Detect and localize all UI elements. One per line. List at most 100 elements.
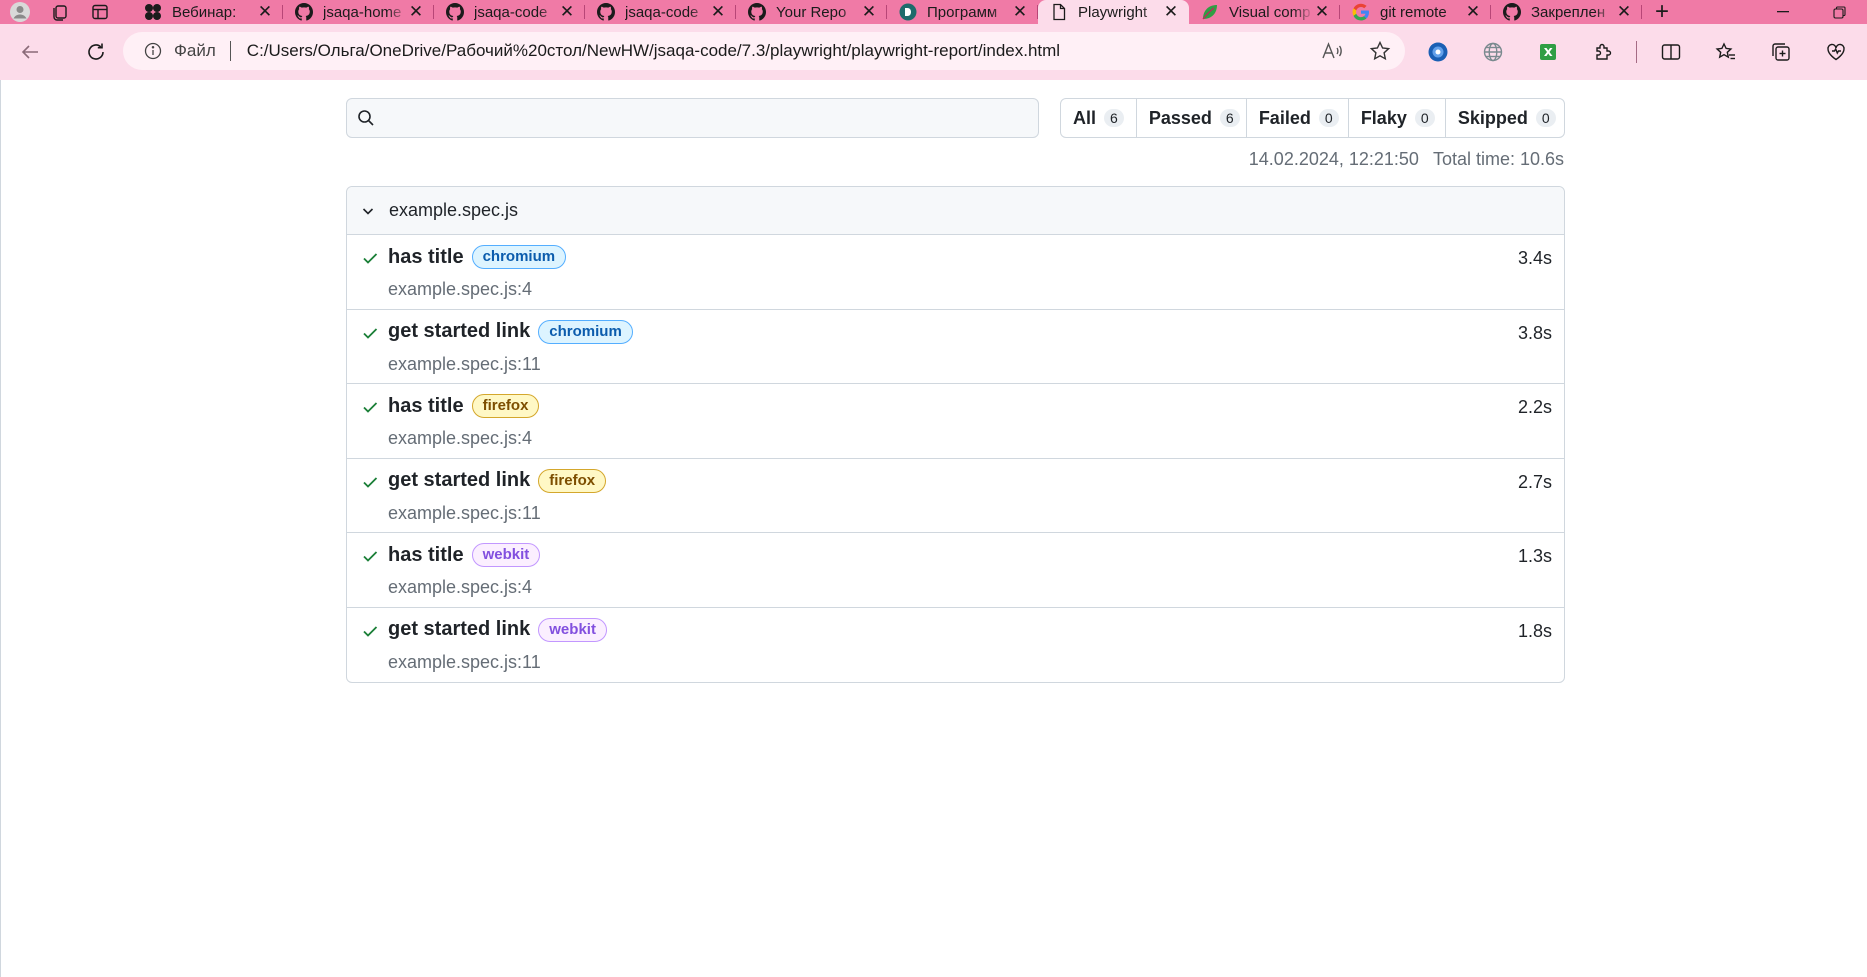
chevron-down-icon[interactable] bbox=[359, 202, 377, 220]
project-badge[interactable]: firefox bbox=[471, 394, 540, 418]
test-location: example.spec.js:11 bbox=[388, 353, 541, 374]
passed-check-icon bbox=[361, 622, 379, 640]
filter-label: All bbox=[1073, 107, 1097, 128]
browser-toolbar: Файл C:/Users/Ольга/OneDrive/Рабочий%20с… bbox=[0, 24, 1867, 80]
edge-extension-icon[interactable] bbox=[1418, 32, 1458, 72]
project-badge[interactable]: chromium bbox=[471, 245, 567, 269]
url-text[interactable]: C:/Users/Ольга/OneDrive/Рабочий%20стол/N… bbox=[247, 41, 1060, 61]
search-box[interactable] bbox=[346, 98, 1039, 138]
close-tab-icon[interactable]: ✕ bbox=[710, 2, 726, 21]
filter-count: 6 bbox=[1104, 109, 1124, 127]
test-title[interactable]: get started link bbox=[388, 618, 530, 641]
report-total-time: Total time: 10.6s bbox=[1432, 149, 1564, 169]
browser-tab[interactable]: Программ ✕ bbox=[887, 0, 1038, 24]
read-aloud-icon[interactable] bbox=[1319, 38, 1345, 64]
close-tab-icon[interactable]: ✕ bbox=[257, 2, 273, 21]
test-location: example.spec.js:11 bbox=[388, 651, 541, 672]
browser-tab[interactable]: Your Repo ✕ bbox=[736, 0, 887, 24]
favorite-star-icon[interactable] bbox=[1367, 38, 1393, 64]
browser-tab[interactable]: Playwright ✕ bbox=[1038, 0, 1189, 24]
test-row[interactable]: has title webkit example.spec.js:4 1.3s bbox=[347, 533, 1564, 608]
test-location: example.spec.js:4 bbox=[388, 279, 533, 299]
back-button[interactable] bbox=[10, 32, 50, 72]
url-scheme-label: Файл bbox=[174, 41, 216, 60]
browser-tab[interactable]: jsaqa-home ✕ bbox=[283, 0, 434, 24]
filter-all[interactable]: All 6 bbox=[1061, 99, 1137, 137]
browser-tab[interactable]: jsaqa-code ✕ bbox=[434, 0, 585, 24]
passed-check-icon bbox=[361, 324, 379, 342]
report-timestamp: 14.02.2024, 12:21:50 bbox=[1248, 149, 1419, 169]
translate-extension-icon[interactable] bbox=[1473, 32, 1513, 72]
split-screen-icon[interactable] bbox=[1651, 32, 1691, 72]
browser-tab[interactable]: jsaqa-code ✕ bbox=[585, 0, 736, 24]
refresh-button[interactable] bbox=[76, 32, 116, 72]
filter-flaky[interactable]: Flaky 0 bbox=[1349, 99, 1446, 137]
workspaces-icon[interactable] bbox=[40, 0, 80, 24]
test-location: example.spec.js:11 bbox=[388, 502, 541, 523]
extensions-puzzle-icon[interactable] bbox=[1583, 32, 1623, 72]
test-row[interactable]: has title chromium example.spec.js:4 3.4s bbox=[347, 235, 1564, 310]
project-badge[interactable]: chromium bbox=[538, 319, 633, 344]
github-icon bbox=[446, 3, 464, 21]
test-file-header[interactable]: example.spec.js bbox=[347, 187, 1564, 235]
site-info-icon[interactable] bbox=[142, 40, 164, 62]
project-badge[interactable]: webkit bbox=[538, 617, 607, 642]
close-tab-icon[interactable]: ✕ bbox=[1314, 2, 1330, 21]
filter-label: Failed bbox=[1258, 107, 1311, 128]
close-tab-icon[interactable]: ✕ bbox=[1163, 2, 1179, 21]
search-input[interactable] bbox=[381, 100, 1038, 136]
close-tab-icon[interactable]: ✕ bbox=[559, 2, 575, 21]
close-tab-icon[interactable]: ✕ bbox=[861, 2, 877, 21]
favorites-icon[interactable] bbox=[1706, 32, 1746, 72]
filter-skipped[interactable]: Skipped 0 bbox=[1446, 99, 1568, 137]
toolbar-separator bbox=[1636, 41, 1637, 63]
github-icon bbox=[748, 3, 766, 21]
test-row[interactable]: get started link webkit example.spec.js:11… bbox=[347, 608, 1564, 683]
test-title-line: get started link firefox bbox=[388, 468, 607, 493]
test-row[interactable]: get started link firefox example.spec.js:1… bbox=[347, 459, 1564, 533]
close-tab-icon[interactable]: ✕ bbox=[1012, 2, 1028, 21]
filter-failed[interactable]: Failed 0 bbox=[1247, 99, 1349, 137]
google-icon bbox=[1352, 3, 1370, 21]
browser-tab[interactable]: git remote ✕ bbox=[1340, 0, 1491, 24]
test-location: example.spec.js:4 bbox=[388, 428, 533, 448]
vertical-tabs-icon[interactable] bbox=[80, 0, 120, 24]
tab-title: jsaqa-code bbox=[625, 3, 699, 21]
github-icon bbox=[295, 3, 313, 21]
tab-title: jsaqa-code bbox=[474, 3, 548, 21]
project-badge[interactable]: webkit bbox=[471, 543, 541, 567]
github-icon bbox=[1503, 3, 1521, 21]
test-title[interactable]: has title bbox=[388, 395, 464, 418]
test-title[interactable]: has title bbox=[388, 246, 464, 269]
passed-check-icon bbox=[361, 249, 379, 267]
close-tab-icon[interactable]: ✕ bbox=[408, 2, 424, 21]
test-title-line: has title chromium bbox=[388, 245, 567, 269]
close-tab-icon[interactable]: ✕ bbox=[1465, 2, 1481, 21]
profile-avatar-icon[interactable] bbox=[0, 0, 40, 24]
project-badge[interactable]: firefox bbox=[538, 468, 607, 493]
browser-tab[interactable]: Visual comp ✕ bbox=[1189, 0, 1340, 24]
filter-passed[interactable]: Passed 6 bbox=[1137, 99, 1247, 137]
close-tab-icon[interactable]: ✕ bbox=[1616, 2, 1632, 21]
minimize-button[interactable] bbox=[1755, 0, 1811, 24]
test-title[interactable]: has title bbox=[388, 544, 464, 567]
address-bar[interactable]: Файл C:/Users/Ольга/OneDrive/Рабочий%20с… bbox=[123, 32, 1405, 70]
new-tab-button[interactable]: + bbox=[1642, 0, 1682, 25]
restore-button[interactable] bbox=[1811, 0, 1867, 24]
tabs-container: Вебинар: ✕ jsaqa-home ✕ jsaqa-code ✕ jsaqa-cod… bbox=[132, 0, 1642, 24]
sheets-extension-icon[interactable] bbox=[1528, 32, 1568, 72]
test-title[interactable]: get started link bbox=[388, 469, 530, 492]
test-row[interactable]: has title firefox example.spec.js:4 2.2s bbox=[347, 384, 1564, 459]
tab-title: Программ bbox=[927, 3, 998, 21]
browser-essentials-icon[interactable] bbox=[1816, 32, 1856, 72]
collections-icon[interactable] bbox=[1761, 32, 1801, 72]
test-title[interactable]: get started link bbox=[388, 320, 530, 343]
course-logo-icon bbox=[899, 3, 917, 21]
tab-title: git remote bbox=[1380, 3, 1447, 21]
tab-title: Visual comp bbox=[1229, 3, 1311, 21]
browser-tab[interactable]: Закреплен ✕ bbox=[1491, 0, 1642, 24]
browser-tab[interactable]: Вебинар: ✕ bbox=[132, 0, 283, 24]
test-title-line: has title webkit bbox=[388, 543, 541, 567]
search-icon bbox=[358, 110, 374, 126]
test-row[interactable]: get started link chromium example.spec.js:… bbox=[347, 310, 1564, 384]
